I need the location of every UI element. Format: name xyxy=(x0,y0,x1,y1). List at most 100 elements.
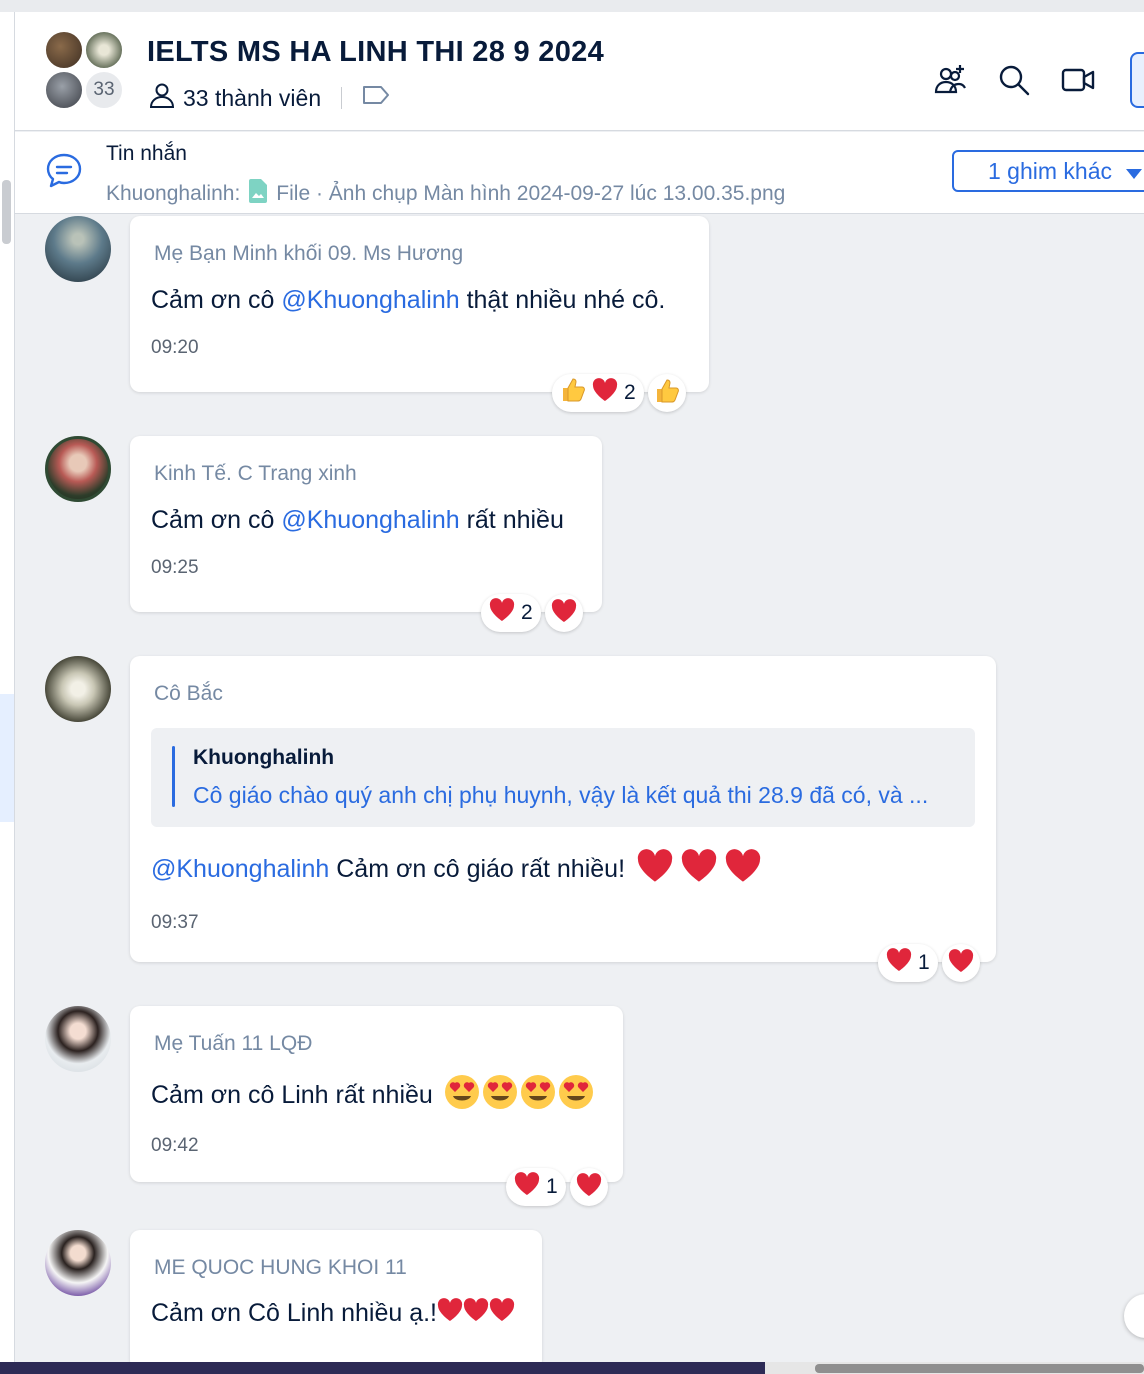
sender-name[interactable]: ME QUOC HUNG KHOI 11 xyxy=(154,1256,522,1280)
text-segment: Cảm ơn Cô Linh nhiều ạ.! xyxy=(151,1299,437,1327)
reactions: 1 xyxy=(878,944,980,982)
pinned-title: Tin nhắn xyxy=(106,142,187,165)
thumbs-up-icon xyxy=(654,378,680,409)
message-bubble[interactable]: Kinh Tế. C Trang xinh Cảm ơn cô @Khuongh… xyxy=(130,436,602,612)
member-avatar xyxy=(44,70,84,110)
group-title[interactable]: IELTS MS HA LINH THI 28 9 2024 xyxy=(147,36,604,69)
pinned-message-bar[interactable]: Tin nhắn Khuonghalinh: File · Ảnh chụp M… xyxy=(15,132,1144,214)
member-count-badge: 33 xyxy=(84,70,124,110)
search-icon[interactable] xyxy=(996,62,1032,98)
text-segment: Cảm ơn cô giáo rất nhiều! xyxy=(329,855,632,883)
heart-icon xyxy=(437,1298,463,1329)
heart-icon xyxy=(948,948,974,978)
avatar[interactable] xyxy=(45,1006,111,1072)
react-button[interactable] xyxy=(647,374,686,412)
reaction-summary[interactable]: 1 xyxy=(878,944,938,982)
video-call-icon[interactable] xyxy=(1060,62,1096,98)
heart-eyes-emoji-icon xyxy=(558,1074,594,1117)
heart-icon xyxy=(886,948,912,978)
member-avatar xyxy=(84,30,124,70)
mention-link[interactable]: @Khuonghalinh xyxy=(151,855,329,884)
heart-eyes-emoji-icon xyxy=(482,1074,518,1117)
reaction-count: 1 xyxy=(546,1175,558,1198)
thumbs-up-icon xyxy=(560,377,586,409)
reactions: 2 xyxy=(481,594,583,632)
group-avatar[interactable]: 33 xyxy=(44,30,128,114)
avatar[interactable] xyxy=(45,216,111,282)
mention-link[interactable]: @Khuonghalinh xyxy=(281,286,459,315)
horizontal-scrollbar xyxy=(0,1362,1144,1374)
message-time: 09:25 xyxy=(151,557,199,578)
heart-icon xyxy=(636,849,674,890)
scrollbar-thumb[interactable] xyxy=(815,1364,1144,1373)
heart-icon xyxy=(463,1298,489,1329)
members-row: 33 thành viên xyxy=(149,82,390,114)
sender-name[interactable]: Kinh Tế. C Trang xinh xyxy=(154,462,582,486)
avatar[interactable] xyxy=(45,436,111,502)
heart-icon xyxy=(514,1172,540,1202)
scroll-to-bottom-button[interactable] xyxy=(1124,1294,1144,1338)
user-icon xyxy=(149,82,175,114)
reaction-summary[interactable]: 1 xyxy=(506,1168,566,1206)
react-button[interactable] xyxy=(569,1168,608,1206)
add-member-icon[interactable] xyxy=(932,62,968,98)
divider xyxy=(341,87,343,109)
heart-icon xyxy=(680,849,718,890)
message-bubble[interactable]: Mẹ Tuấn 11 LQĐ Cảm ơn cô Linh rất nhiều … xyxy=(130,1006,623,1182)
header-actions xyxy=(932,52,1144,108)
message-bubble[interactable]: Cô Bắc Khuonghalinh Cô giáo chào quý anh… xyxy=(130,656,996,962)
message-text: Cảm ơn cô @Khuonghalinh thật nhiều nhé c… xyxy=(151,286,689,315)
message-text: @Khuonghalinh Cảm ơn cô giáo rất nhiều! xyxy=(151,849,976,890)
tag-icon[interactable] xyxy=(362,84,390,112)
quoted-message[interactable]: Khuonghalinh Cô giáo chào quý anh chị ph… xyxy=(151,728,975,827)
message-bubble[interactable]: ME QUOC HUNG KHOI 11 Cảm ơn Cô Linh nhiề… xyxy=(130,1230,542,1370)
avatar[interactable] xyxy=(45,656,111,722)
left-scrollbar-thumb[interactable] xyxy=(2,180,11,244)
more-pins-label: 1 ghim khác xyxy=(988,157,1113,184)
text-segment: Cảm ơn cô xyxy=(151,506,282,534)
heart-icon xyxy=(489,598,515,628)
more-pins-button[interactable]: 1 ghim khác xyxy=(952,150,1144,192)
reaction-summary[interactable]: 2 xyxy=(481,594,541,632)
message-bubble[interactable]: Mẹ Bạn Minh khối 09. Ms Hương Cảm ơn cô … xyxy=(130,216,709,392)
member-avatar xyxy=(44,30,84,70)
heart-eyes-emoji-icon xyxy=(520,1074,556,1117)
heart-eyes-emoji-icon xyxy=(444,1074,480,1117)
image-file-icon xyxy=(248,178,268,210)
mention-link[interactable]: @Khuonghalinh xyxy=(281,506,459,535)
members-label[interactable]: 33 thành viên xyxy=(183,85,321,112)
text-segment: Cảm ơn cô xyxy=(151,286,282,314)
reaction-count: 2 xyxy=(624,381,636,404)
quoted-sender: Khuonghalinh xyxy=(193,746,335,769)
text-segment: thật nhiều nhé cô. xyxy=(459,286,666,314)
chevron-down-icon xyxy=(1126,158,1143,185)
heart-icon xyxy=(551,598,577,628)
heart-icon xyxy=(724,849,762,890)
sender-name[interactable]: Cô Bắc xyxy=(154,682,976,706)
heart-icon xyxy=(489,1298,515,1329)
sender-name[interactable]: Mẹ Bạn Minh khối 09. Ms Hương xyxy=(154,242,689,266)
chat-header: 33 IELTS MS HA LINH THI 28 9 2024 33 thà… xyxy=(15,12,1144,131)
text-segment: rất nhiều xyxy=(459,506,564,534)
react-button[interactable] xyxy=(941,944,980,982)
pinned-subtitle: Khuonghalinh: File · Ảnh chụp Màn hình 2… xyxy=(106,178,785,210)
reaction-count: 2 xyxy=(521,601,533,624)
message-time: 09:37 xyxy=(151,912,199,933)
heart-icon xyxy=(592,378,618,408)
message-bubble-icon xyxy=(45,152,83,195)
avatar[interactable] xyxy=(45,1230,111,1296)
heart-icon xyxy=(576,1172,602,1202)
message-text: Cảm ơn Cô Linh nhiều ạ.! xyxy=(151,1298,522,1329)
left-panel-edge xyxy=(0,12,15,1362)
reactions: 2 xyxy=(552,374,686,412)
quoted-text: Cô giáo chào quý anh chị phụ huynh, vậy … xyxy=(193,782,929,808)
message-time: 09:42 xyxy=(151,1135,199,1156)
reaction-summary[interactable]: 2 xyxy=(552,374,644,412)
react-button[interactable] xyxy=(544,594,583,632)
sidebar-toggle-icon[interactable] xyxy=(1130,52,1144,108)
message-time: 09:20 xyxy=(151,337,199,358)
reaction-count: 1 xyxy=(918,951,930,974)
left-selected-indicator xyxy=(0,694,14,822)
message-text: Cảm ơn cô @Khuonghalinh rất nhiều xyxy=(151,506,582,535)
sender-name[interactable]: Mẹ Tuấn 11 LQĐ xyxy=(154,1032,603,1056)
